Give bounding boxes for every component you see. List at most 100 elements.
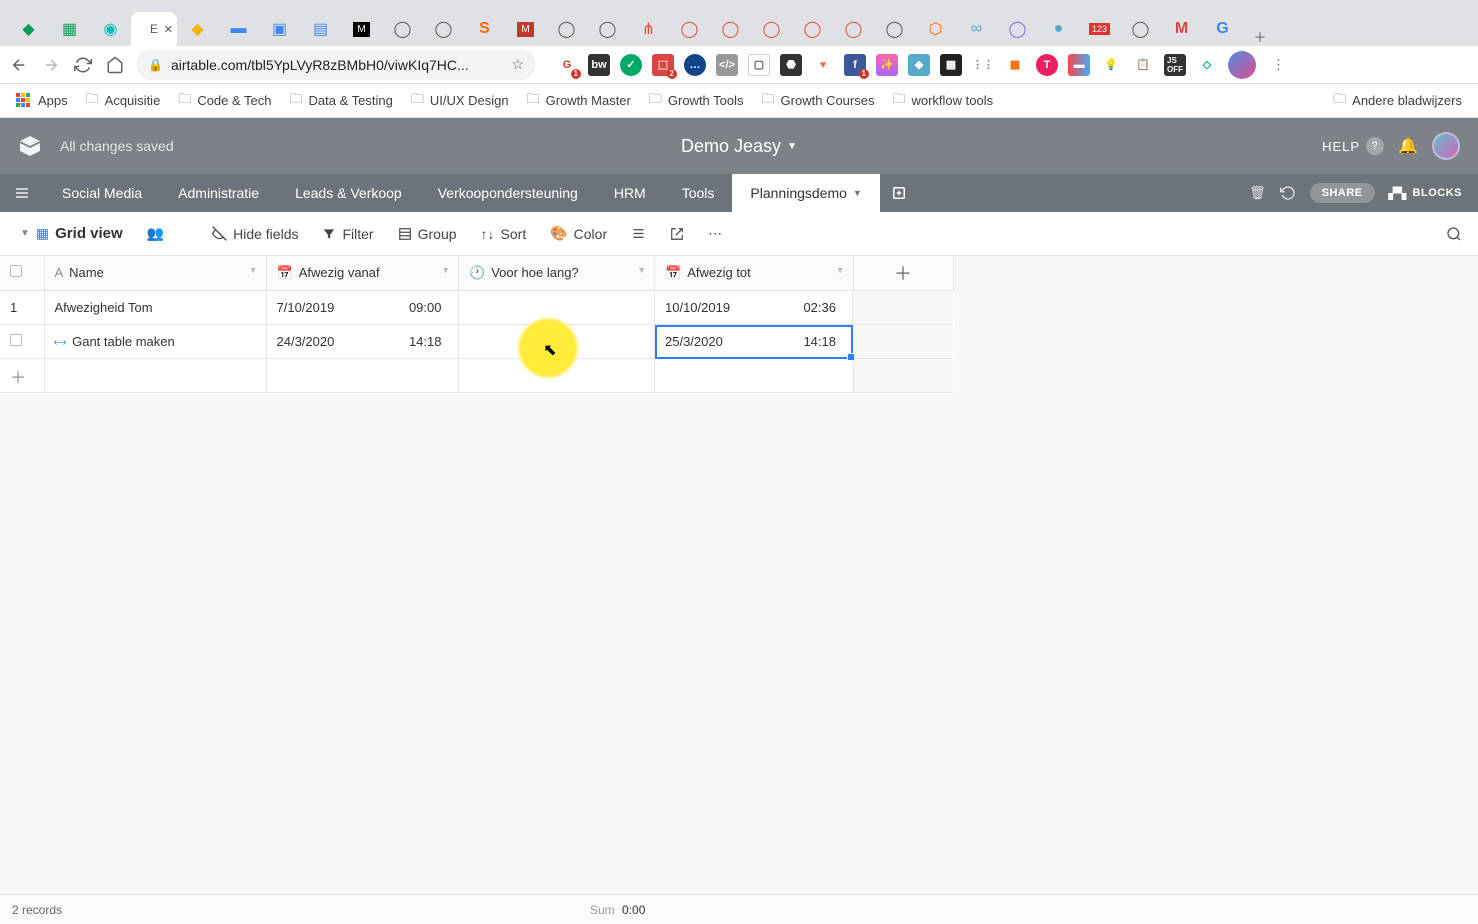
table-tab-active[interactable]: Planningsdemo▼ xyxy=(732,174,879,212)
home-button[interactable] xyxy=(104,54,126,76)
filter-button[interactable]: Filter xyxy=(312,220,383,248)
hide-fields-button[interactable]: Hide fields xyxy=(202,220,308,248)
browser-tab[interactable]: ◯ xyxy=(997,12,1038,46)
browser-tab[interactable]: ◯ xyxy=(669,12,710,46)
extension-icon[interactable]: ⋮⋮ xyxy=(972,54,994,76)
extension-icon[interactable]: 💡 xyxy=(1100,54,1122,76)
browser-tab[interactable]: ▣ xyxy=(259,12,300,46)
help-button[interactable]: HELP ? xyxy=(1322,137,1384,155)
table-tab[interactable]: Verkoopondersteuning xyxy=(420,174,596,212)
column-header-voor-hoe-lang[interactable]: 🕐Voor hoe lang?▼ xyxy=(459,256,655,290)
extension-icon[interactable]: ◆ xyxy=(908,54,930,76)
browser-tab[interactable]: ◯ xyxy=(546,12,587,46)
extension-icon[interactable]: T xyxy=(1036,54,1058,76)
browser-tab[interactable]: ∞ xyxy=(956,12,997,46)
browser-tab[interactable]: M xyxy=(1161,12,1202,46)
extension-icon[interactable]: </> xyxy=(716,54,738,76)
bookmark-folder[interactable]: 🗀Growth Courses xyxy=(756,86,881,116)
cell-name[interactable]: ⤢Gant table maken xyxy=(44,325,266,359)
extension-icon[interactable]: … xyxy=(684,54,706,76)
close-icon[interactable]: ✕ xyxy=(164,23,173,36)
extension-icon[interactable]: f1 xyxy=(844,54,866,76)
browser-tab[interactable]: ◯ xyxy=(751,12,792,46)
extension-icon[interactable]: ✓ xyxy=(620,54,642,76)
table-tab[interactable]: HRM xyxy=(596,174,664,212)
view-switcher[interactable]: ▼ ▦ Grid view xyxy=(10,219,133,248)
tables-menu-button[interactable] xyxy=(0,174,44,212)
row-number[interactable]: 1 xyxy=(0,290,44,325)
browser-tab[interactable]: ⬡ xyxy=(915,12,956,46)
extension-icon[interactable]: ▬ xyxy=(1068,54,1090,76)
table-tab[interactable]: Administratie xyxy=(160,174,277,212)
extension-icon[interactable]: ✨ xyxy=(876,54,898,76)
add-column-button[interactable]: ＋ xyxy=(853,256,953,290)
bookmark-folder[interactable]: 🗀Data & Testing xyxy=(284,86,399,116)
browser-tab[interactable]: ◯ xyxy=(587,12,628,46)
extension-icon[interactable]: JSOFF xyxy=(1164,54,1186,76)
cell-afwezig-vanaf[interactable]: 7/10/201909:00 xyxy=(267,291,459,325)
browser-tab[interactable]: ◯ xyxy=(423,12,464,46)
sort-button[interactable]: ↑↓ Sort xyxy=(471,220,537,248)
browser-tab[interactable]: ◆ xyxy=(8,12,49,46)
new-tab-button[interactable]: ＋ xyxy=(1243,27,1277,46)
notifications-button[interactable]: 🔔 xyxy=(1398,136,1418,156)
browser-tab[interactable]: ◉ xyxy=(90,12,131,46)
airtable-logo[interactable] xyxy=(18,134,42,158)
blocks-button[interactable]: ▞▚ BLOCKS xyxy=(1389,187,1462,200)
column-header-afwezig-vanaf[interactable]: 📅Afwezig vanaf▼ xyxy=(266,256,459,290)
browser-tab[interactable]: ◯ xyxy=(874,12,915,46)
cell-afwezig-tot-selected[interactable]: 25/3/202014:18 xyxy=(655,325,853,359)
collaborators-button[interactable]: 👥 xyxy=(137,219,174,248)
forward-button[interactable] xyxy=(40,54,62,76)
bookmark-folder[interactable]: 🗀Growth Tools xyxy=(643,86,750,116)
extension-icon[interactable]: ▦ xyxy=(1004,54,1026,76)
row-height-button[interactable] xyxy=(621,220,656,247)
trash-button[interactable]: 🗑 xyxy=(1249,185,1266,201)
star-icon[interactable]: ☆ xyxy=(511,56,524,73)
add-table-button[interactable] xyxy=(880,174,918,212)
share-view-button[interactable] xyxy=(660,221,694,247)
apps-button[interactable]: Apps xyxy=(10,89,74,113)
cell-voor-hoe-lang[interactable] xyxy=(459,325,655,359)
browser-tab[interactable]: ● xyxy=(1038,12,1079,46)
share-button[interactable]: SHARE xyxy=(1310,183,1375,203)
cell-name[interactable]: Afwezigheid Tom xyxy=(44,290,266,325)
browser-tab[interactable]: M xyxy=(505,12,546,46)
more-options-button[interactable]: ⋯ xyxy=(698,219,732,248)
summary[interactable]: Sum 0:00 xyxy=(590,903,645,917)
browser-tab[interactable]: ◯ xyxy=(710,12,751,46)
bookmark-overflow[interactable]: 🗀Andere bladwijzers xyxy=(1327,86,1468,116)
cell-afwezig-vanaf[interactable]: 24/3/202014:18 xyxy=(267,325,459,359)
history-button[interactable] xyxy=(1280,185,1296,201)
extension-icon[interactable]: G1 xyxy=(556,54,578,76)
user-avatar[interactable] xyxy=(1432,132,1460,160)
extension-icon[interactable]: 📋 xyxy=(1132,54,1154,76)
row-checkbox[interactable] xyxy=(0,325,44,359)
browser-tab[interactable]: ◯ xyxy=(792,12,833,46)
bookmark-folder[interactable]: 🗀Code & Tech xyxy=(172,86,277,116)
extension-icon[interactable]: ◇ xyxy=(1196,54,1218,76)
expand-icon[interactable]: ⤢ xyxy=(51,333,68,350)
back-button[interactable] xyxy=(8,54,30,76)
base-title[interactable]: Demo Jeasy ▼ xyxy=(681,136,797,157)
browser-tab[interactable]: S xyxy=(464,12,505,46)
column-header-name[interactable]: AName▼ xyxy=(44,256,266,290)
browser-tab[interactable]: M xyxy=(341,12,382,46)
browser-tab-active[interactable]: E✕ xyxy=(131,12,177,46)
table-tab[interactable]: Tools xyxy=(664,174,733,212)
extension-icon[interactable]: ⬚2 xyxy=(652,54,674,76)
browser-tab[interactable]: ◯ xyxy=(1120,12,1161,46)
cell-afwezig-tot[interactable]: 10/10/201902:36 xyxy=(655,291,853,325)
column-header-afwezig-tot[interactable]: 📅Afwezig tot▼ xyxy=(655,256,854,290)
bookmark-folder[interactable]: 🗀UI/UX Design xyxy=(405,86,515,116)
extension-icon[interactable]: ♥ xyxy=(812,54,834,76)
browser-tab[interactable]: G xyxy=(1202,12,1243,46)
table-tab[interactable]: Social Media xyxy=(44,174,160,212)
browser-tab[interactable]: ◆ xyxy=(177,12,218,46)
browser-tab[interactable]: ▬ xyxy=(218,12,259,46)
browser-tab[interactable]: ▦ xyxy=(49,12,90,46)
profile-avatar[interactable] xyxy=(1228,51,1256,79)
extension-icon[interactable]: bw xyxy=(588,54,610,76)
search-button[interactable] xyxy=(1440,220,1468,248)
browser-menu-button[interactable]: ⋮ xyxy=(1266,57,1291,73)
